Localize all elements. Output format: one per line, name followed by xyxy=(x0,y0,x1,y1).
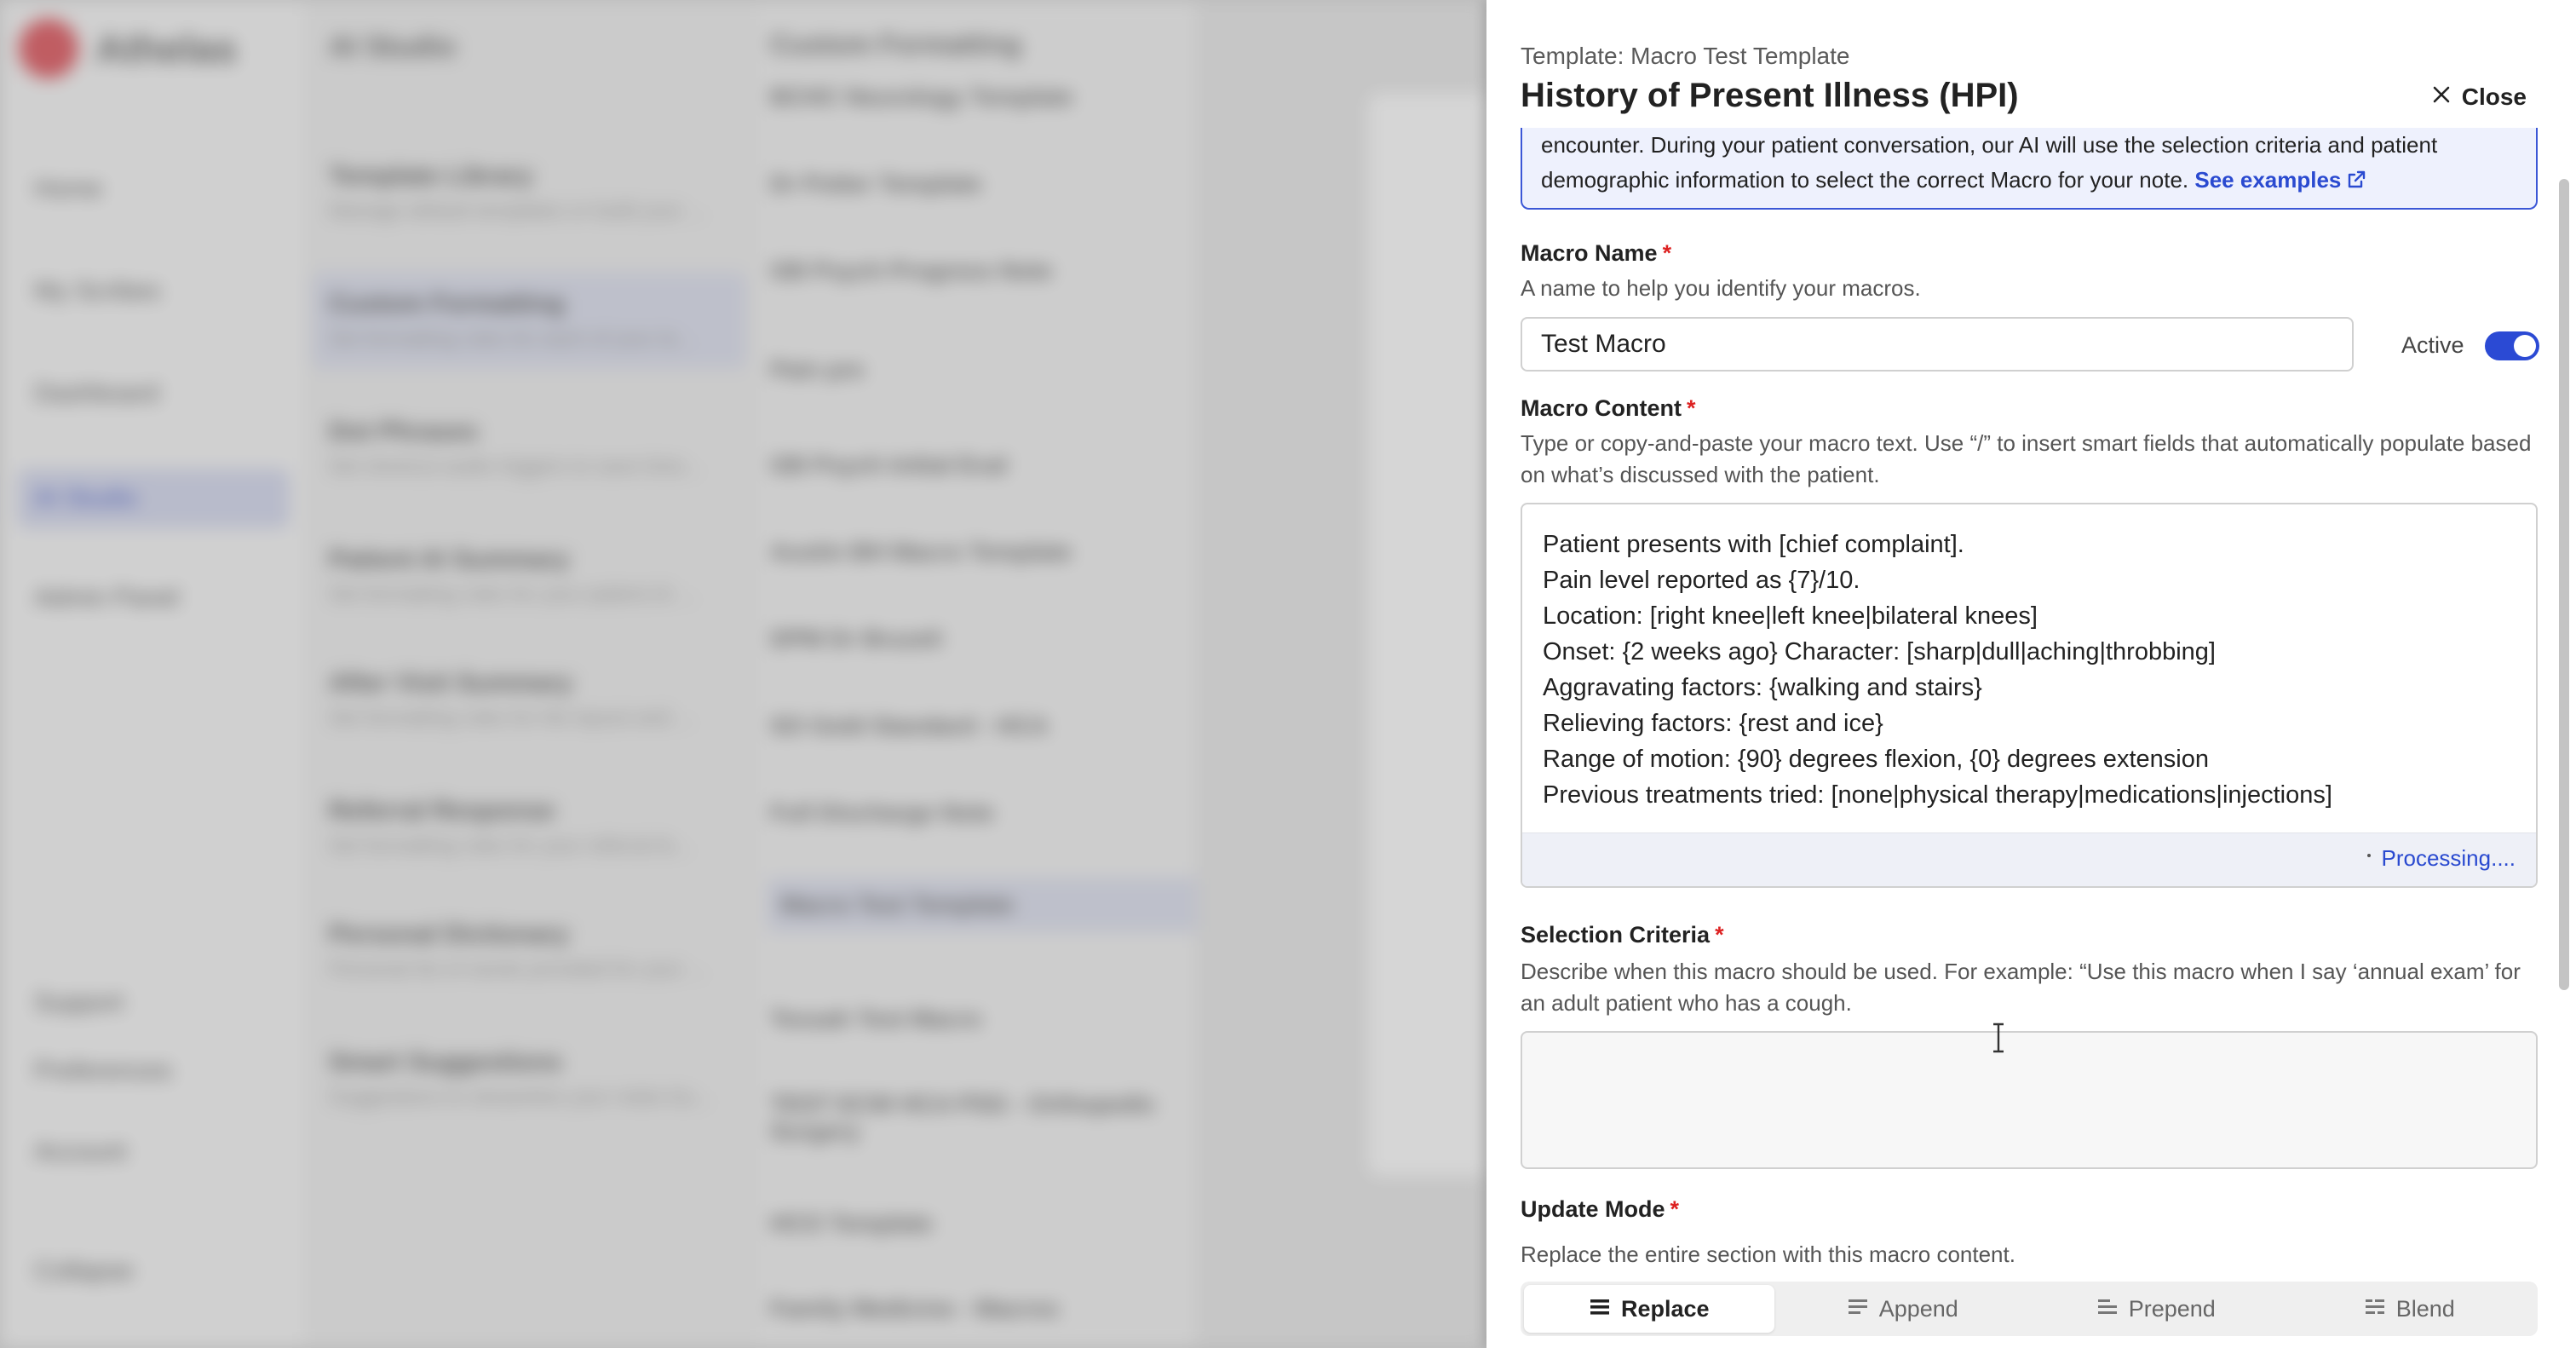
processing-status: Processing.... xyxy=(2367,845,2516,872)
info-text-line1: encounter. During your patient conversat… xyxy=(1541,132,2438,158)
close-button[interactable]: Close xyxy=(2431,84,2527,111)
toggle-knob xyxy=(2514,335,2536,357)
mode-blend-button[interactable]: Blend xyxy=(2285,1285,2535,1333)
see-examples-link[interactable]: See examples xyxy=(2194,167,2366,193)
page-title: History of Present Illness (HPI) xyxy=(1521,77,2019,114)
macro-content-editor[interactable]: Patient presents with [chief complaint].… xyxy=(1521,503,2538,888)
prepend-icon xyxy=(2096,1296,2119,1322)
append-icon xyxy=(1847,1296,1869,1322)
mode-replace-button[interactable]: Replace xyxy=(1524,1285,1774,1333)
selection-criteria-input[interactable] xyxy=(1521,1031,2538,1169)
update-mode-help: Replace the entire section with this mac… xyxy=(1521,1241,2015,1267)
macro-content-text[interactable]: Patient presents with [chief complaint].… xyxy=(1522,504,2536,813)
template-label: Template: Macro Test Template xyxy=(1521,43,1850,69)
external-link-icon xyxy=(2346,165,2366,200)
macro-content-help: Type or copy-and-paste your macro text. … xyxy=(1521,430,2532,487)
processing-text: Processing.... xyxy=(2381,845,2516,871)
macro-name-label: Macro Name * xyxy=(1521,240,1672,266)
content-line: Range of motion: {90} degrees flexion, {… xyxy=(1543,746,2209,773)
content-line: Patient presents with [chief complaint]. xyxy=(1543,531,1964,558)
selection-criteria-label: Selection Criteria * xyxy=(1521,922,1724,948)
content-line: Previous treatments tried: [none|physica… xyxy=(1543,781,2332,809)
selection-criteria-help: Describe when this macro should be used.… xyxy=(1521,959,2521,1016)
modal-overlay[interactable] xyxy=(0,0,1486,1348)
content-line: Onset: {2 weeks ago} Character: [sharp|d… xyxy=(1543,638,2216,665)
macro-name-help: A name to help you identify your macros. xyxy=(1521,275,1921,301)
blend-icon xyxy=(2364,1296,2386,1322)
text-cursor-icon xyxy=(1993,1023,2004,1053)
drawer-scrollbar[interactable] xyxy=(2559,179,2569,990)
content-line: Pain level reported as {7}/10. xyxy=(1543,567,1860,594)
macro-drawer: Template: Macro Test Template History of… xyxy=(1486,0,2576,1348)
update-mode-label: Update Mode * xyxy=(1521,1196,1680,1222)
editor-status-bar: Processing.... xyxy=(1522,832,2536,886)
info-banner: encounter. During your patient conversat… xyxy=(1521,128,2538,210)
info-text-line2: demographic information to select the co… xyxy=(1541,167,2189,193)
active-label: Active xyxy=(2401,332,2464,358)
close-icon xyxy=(2431,84,2452,111)
content-line: Aggravating factors: {walking and stairs… xyxy=(1543,674,1982,701)
mode-append-button[interactable]: Append xyxy=(1778,1285,2028,1333)
info-text-line2-row: demographic information to select the co… xyxy=(1541,163,2517,200)
update-mode-selector: Replace Append Prepend Blend xyxy=(1521,1282,2538,1336)
macro-name-input[interactable]: Test Macro xyxy=(1521,317,2354,372)
macro-content-label: Macro Content * xyxy=(1521,395,1696,421)
content-line: Location: [right knee|left knee|bilatera… xyxy=(1543,602,2038,630)
close-label: Close xyxy=(2461,84,2527,110)
spinner-icon xyxy=(2367,853,2372,857)
active-toggle[interactable] xyxy=(2485,331,2539,360)
content-line: Relieving factors: {rest and ice} xyxy=(1543,710,1883,737)
replace-icon xyxy=(1589,1296,1611,1322)
mode-prepend-button[interactable]: Prepend xyxy=(2031,1285,2281,1333)
